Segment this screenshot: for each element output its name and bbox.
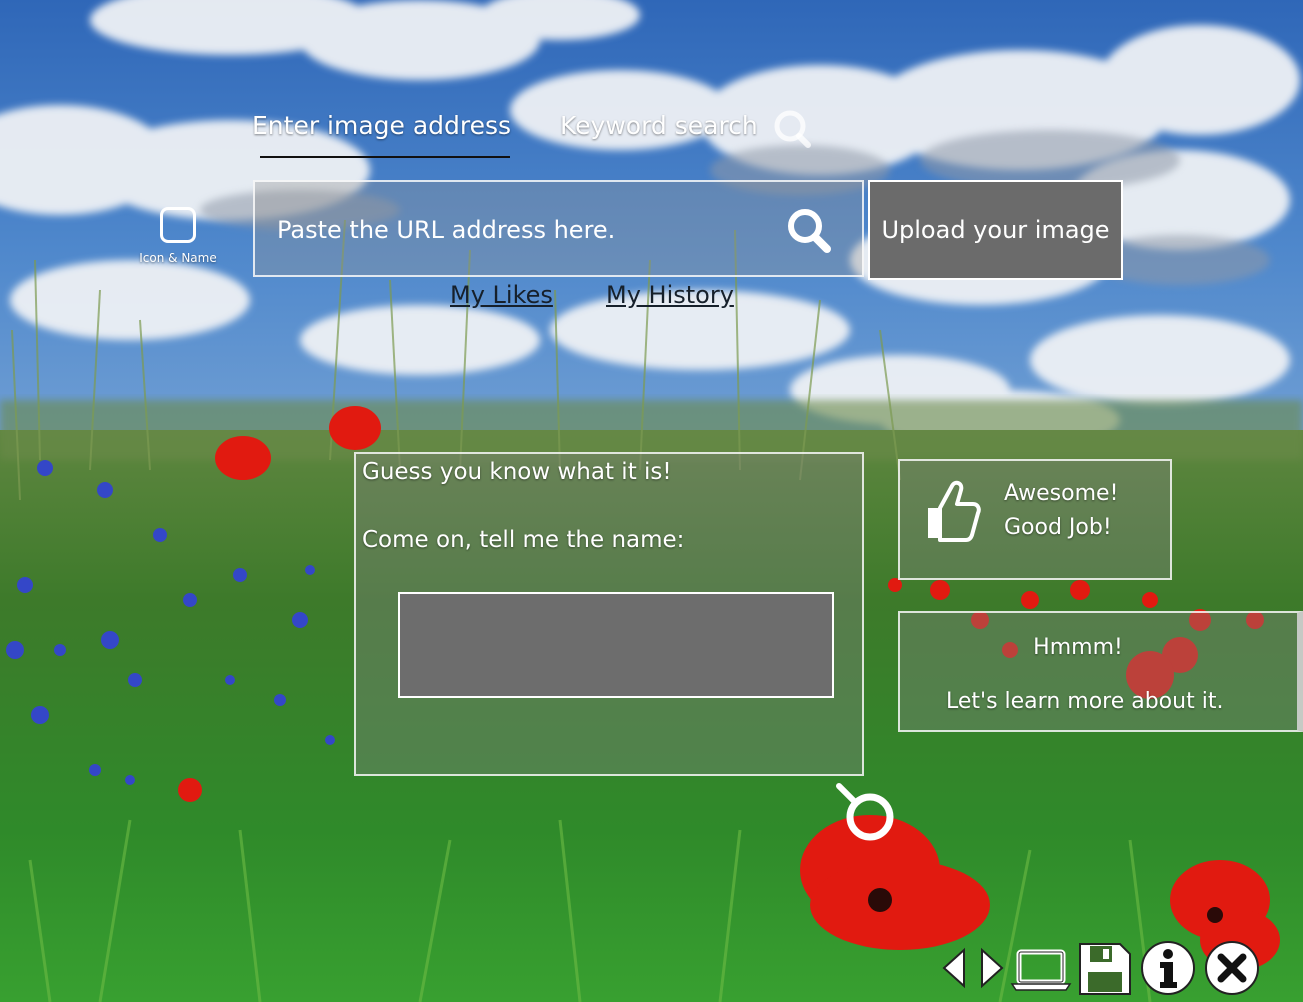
feedback-correct-line2: Good Job! (1004, 515, 1112, 540)
logo-label: Icon & Name (139, 251, 217, 265)
feedback-learn-line1: Hmmm! (1033, 635, 1123, 660)
laptop-icon[interactable] (1010, 940, 1072, 996)
thumbs-up-icon (928, 480, 981, 542)
upload-image-button[interactable]: Upload your image (868, 180, 1123, 280)
active-tab-underline (260, 156, 510, 158)
magnifier-cursor-icon (836, 783, 894, 841)
guess-prompt-instruction: Come on, tell me the name: (362, 527, 685, 553)
save-icon[interactable] (1076, 940, 1134, 998)
feedback-correct-panel: Awesome! Good Job! (898, 459, 1172, 580)
app-logo-icon[interactable] (160, 207, 196, 243)
keyword-search-icon[interactable] (770, 106, 814, 150)
url-input-container (253, 180, 864, 277)
upload-image-label: Upload your image (881, 216, 1110, 244)
my-likes-link[interactable]: My Likes (450, 281, 553, 309)
feedback-learn-panel[interactable]: Hmmm! Let's learn more about it. (898, 611, 1303, 732)
guess-panel: Guess you know what it is! Come on, tell… (354, 452, 864, 776)
close-icon[interactable] (1204, 940, 1260, 996)
info-icon[interactable] (1140, 940, 1196, 996)
guess-prompt-heading: Guess you know what it is! (362, 459, 672, 485)
search-icon[interactable] (783, 204, 835, 256)
url-input[interactable] (275, 204, 779, 256)
my-history-link[interactable]: My History (606, 281, 734, 309)
feedback-correct-line1: Awesome! (1004, 481, 1119, 506)
feedback-learn-line2: Let's learn more about it. (946, 689, 1224, 714)
tab-keyword-search[interactable]: Keyword search (560, 111, 758, 140)
tab-enter-image-address[interactable]: Enter image address (252, 111, 511, 140)
answer-input[interactable] (398, 592, 834, 698)
